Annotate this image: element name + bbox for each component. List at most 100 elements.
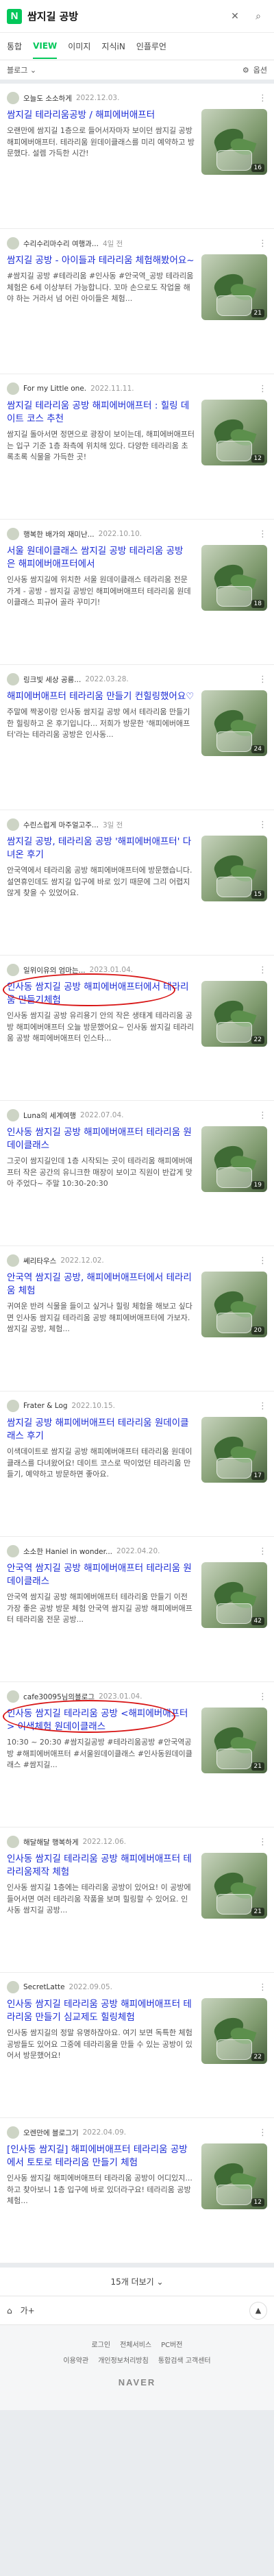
- search-icon[interactable]: ⌕: [249, 8, 267, 25]
- result-card[interactable]: 행복한 배가의 재미난... 2022.10.10. ⋮ 서울 원데이클래스 쌈…: [0, 520, 274, 665]
- post-thumbnail[interactable]: 15: [201, 836, 267, 901]
- post-thumbnail[interactable]: 21: [201, 1853, 267, 1919]
- options-button[interactable]: ⚙ 옵션: [242, 64, 267, 75]
- more-options-icon[interactable]: ⋮: [258, 239, 267, 249]
- post-thumbnail[interactable]: 22: [201, 1998, 267, 2064]
- author-name[interactable]: 행복한 배가의 재미난...: [23, 529, 95, 539]
- author-name[interactable]: 수린스럽게 마주얼고주...: [23, 820, 99, 830]
- author-name[interactable]: 해달해달 행복하게: [23, 1837, 79, 1847]
- post-title-link[interactable]: [인사동 쌈지길] 해피에버애프터 테라리움 공방에서 토토로 테라리움 만들기…: [7, 2143, 195, 2170]
- more-options-icon[interactable]: ⋮: [258, 2128, 267, 2138]
- post-thumbnail[interactable]: 12: [201, 400, 267, 465]
- author-name[interactable]: 쎄리타우스: [23, 1256, 56, 1266]
- more-options-icon[interactable]: ⋮: [258, 1110, 267, 1121]
- avatar[interactable]: [7, 818, 19, 831]
- more-options-icon[interactable]: ⋮: [258, 1546, 267, 1557]
- post-title-link[interactable]: 인사동 쌈지길 테라리움 공방 <해피에버애프터> 이색체험 원데이클래스: [7, 1708, 195, 1734]
- post-title-link[interactable]: 쌈지길 공방 - 아이들과 테라리움 체험해봤어요~: [7, 254, 195, 267]
- post-thumbnail[interactable]: 24: [201, 690, 267, 756]
- post-title-link[interactable]: 인사동 쌈지길 공방 해피에버애프터에서 테라리움 만들기체험: [7, 981, 195, 1007]
- avatar[interactable]: [7, 964, 19, 976]
- tab-kin[interactable]: 지식iN: [101, 34, 125, 59]
- post-thumbnail[interactable]: 19: [201, 1126, 267, 1192]
- more-options-icon[interactable]: ⋮: [258, 1256, 267, 1266]
- result-card[interactable]: 해달해달 행복하게 2022.12.06. ⋮ 인사동 쌈지길 테라리움 공방 …: [0, 1827, 274, 1973]
- result-card[interactable]: 소소한 Haniel in wonder... 2022.04.20. ⋮ 안국…: [0, 1537, 274, 1682]
- font-size-button[interactable]: 가+: [21, 2305, 35, 2316]
- more-options-icon[interactable]: ⋮: [258, 965, 267, 975]
- author-name[interactable]: Frater & Log: [23, 1402, 68, 1410]
- footer-privacy-link[interactable]: 개인정보처리방침: [98, 2355, 149, 2365]
- post-title-link[interactable]: 인사동 쌈지길 테라리움 공방 해피에버애프터 테라리움제작 체험: [7, 1853, 195, 1879]
- naver-logo-icon[interactable]: N: [7, 8, 22, 24]
- avatar[interactable]: [7, 1836, 19, 1848]
- author-name[interactable]: 오늘도 소소하게: [23, 93, 72, 104]
- post-thumbnail[interactable]: 17: [201, 1417, 267, 1483]
- author-name[interactable]: 링크빛 세상 공룡...: [23, 675, 81, 685]
- avatar[interactable]: [7, 1400, 19, 1412]
- more-options-icon[interactable]: ⋮: [258, 1692, 267, 1702]
- avatar[interactable]: [7, 1109, 19, 1121]
- result-card[interactable]: 오렌만에 블로그기 2022.04.09. ⋮ [인사동 쌈지길] 해피에버애프…: [0, 2118, 274, 2263]
- result-card[interactable]: 수린스럽게 마주얼고주... 3일 전 ⋮ 쌈지길 공방, 테라리움 공방 '해…: [0, 810, 274, 956]
- result-card[interactable]: 오늘도 소소하게 2022.12.03. ⋮ 쌈지길 테라리움공방 / 해피에버…: [0, 84, 274, 229]
- avatar[interactable]: [7, 528, 19, 540]
- tab-influencer[interactable]: 인플루언: [136, 34, 166, 59]
- footer-all-services-link[interactable]: 전체서비스: [120, 2339, 151, 2349]
- post-thumbnail[interactable]: 42: [201, 1562, 267, 1628]
- post-title-link[interactable]: 해피에버애프터 테라리움 만들기 컨힐링했어요♡: [7, 690, 195, 703]
- post-title-link[interactable]: 쌈지길 테라리움 공방 해피에버애프터 : 힐링 데이트 코스 추천: [7, 400, 195, 426]
- more-options-icon[interactable]: ⋮: [258, 93, 267, 104]
- tab-all[interactable]: 통합: [7, 34, 22, 59]
- post-title-link[interactable]: 안국역 쌈지길 공방, 해피에버애프터에서 테라리움 체험: [7, 1272, 195, 1298]
- post-thumbnail[interactable]: 18: [201, 545, 267, 611]
- author-name[interactable]: 일위이유의 엄마는...: [23, 965, 86, 975]
- avatar[interactable]: [7, 673, 19, 685]
- avatar[interactable]: [7, 237, 19, 250]
- post-title-link[interactable]: 쌈지길 공방, 테라리움 공방 '해피에버애프터' 다녀온 후기: [7, 836, 195, 862]
- more-options-icon[interactable]: ⋮: [258, 675, 267, 685]
- home-icon[interactable]: ⌂: [7, 2306, 12, 2316]
- scroll-top-button[interactable]: ▲: [249, 2301, 267, 2320]
- post-title-link[interactable]: 서울 원데이클래스 쌈지길 공방 테라리움 공방 은 해피에버애프터에서: [7, 545, 195, 571]
- footer-help-link[interactable]: 통합검색 고객센터: [158, 2355, 211, 2365]
- result-card[interactable]: 일위이유의 엄마는... 2023.01.04. ⋮ 인사동 쌈지길 공방 해피…: [0, 956, 274, 1101]
- post-title-link[interactable]: 인사동 쌈지길 공방 해피에버애프터 테라리움 원데이클래스: [7, 1126, 195, 1152]
- avatar[interactable]: [7, 1254, 19, 1267]
- post-thumbnail[interactable]: 12: [201, 2143, 267, 2209]
- more-options-icon[interactable]: ⋮: [258, 820, 267, 830]
- avatar[interactable]: [7, 2126, 19, 2139]
- avatar[interactable]: [7, 92, 19, 104]
- footer-pc-version-link[interactable]: PC버전: [161, 2339, 182, 2349]
- result-card[interactable]: Luna의 세계여행 2022.07.04. ⋮ 인사동 쌈지길 공방 해피에버…: [0, 1101, 274, 1246]
- post-thumbnail[interactable]: 20: [201, 1272, 267, 1337]
- post-thumbnail[interactable]: 22: [201, 981, 267, 1047]
- result-card[interactable]: 쎄리타우스 2022.12.02. ⋮ 안국역 쌈지길 공방, 해피에버애프터에…: [0, 1246, 274, 1392]
- post-title-link[interactable]: 쌈지길 테라리움공방 / 해피에버애프터: [7, 109, 195, 122]
- avatar[interactable]: [7, 1690, 19, 1703]
- avatar[interactable]: [7, 1981, 19, 1993]
- post-thumbnail[interactable]: 21: [201, 254, 267, 320]
- result-card[interactable]: Frater & Log 2022.10.15. ⋮ 쌈지길 공방 해피에버애프…: [0, 1392, 274, 1537]
- show-more-button[interactable]: 15개 더보기 ⌄: [0, 2263, 274, 2296]
- author-name[interactable]: 수리수리마수리 여행과...: [23, 239, 99, 249]
- author-name[interactable]: 소소한 Haniel in wonder...: [23, 1546, 112, 1557]
- avatar[interactable]: [7, 382, 19, 395]
- result-card[interactable]: For my Little one. 2022.11.11. ⋮ 쌈지길 테라리…: [0, 374, 274, 520]
- post-title-link[interactable]: 인사동 쌈지길 테라리움 공방 해피에버애프터 테라리움 만들기 심교제도 힐링…: [7, 1998, 195, 2024]
- post-thumbnail[interactable]: 16: [201, 109, 267, 175]
- avatar[interactable]: [7, 1545, 19, 1557]
- result-card[interactable]: 수리수리마수리 여행과... 4일 전 ⋮ 쌈지길 공방 - 아이들과 테라리움…: [0, 229, 274, 374]
- result-card[interactable]: 링크빛 세상 공룡... 2022.03.28. ⋮ 해피에버애프터 테라리움 …: [0, 665, 274, 810]
- author-name[interactable]: Luna의 세계여행: [23, 1110, 76, 1121]
- author-name[interactable]: cafe30095님의블로그: [23, 1692, 95, 1702]
- more-options-icon[interactable]: ⋮: [258, 1982, 267, 1993]
- post-thumbnail[interactable]: 21: [201, 1708, 267, 1773]
- more-options-icon[interactable]: ⋮: [258, 384, 267, 394]
- result-card[interactable]: SecretLatte 2022.09.05. ⋮ 인사동 쌈지길 테라리움 공…: [0, 1973, 274, 2118]
- footer-login-link[interactable]: 로그인: [91, 2339, 110, 2349]
- author-name[interactable]: For my Little one.: [23, 385, 86, 393]
- search-query-field[interactable]: 쌈지길 공방: [27, 9, 221, 23]
- post-title-link[interactable]: 안국역 쌈지길 공방 해피에버애프터 테라리움 원데이클래스: [7, 1562, 195, 1588]
- blog-filter-dropdown[interactable]: 블로그 ⌄: [7, 64, 36, 75]
